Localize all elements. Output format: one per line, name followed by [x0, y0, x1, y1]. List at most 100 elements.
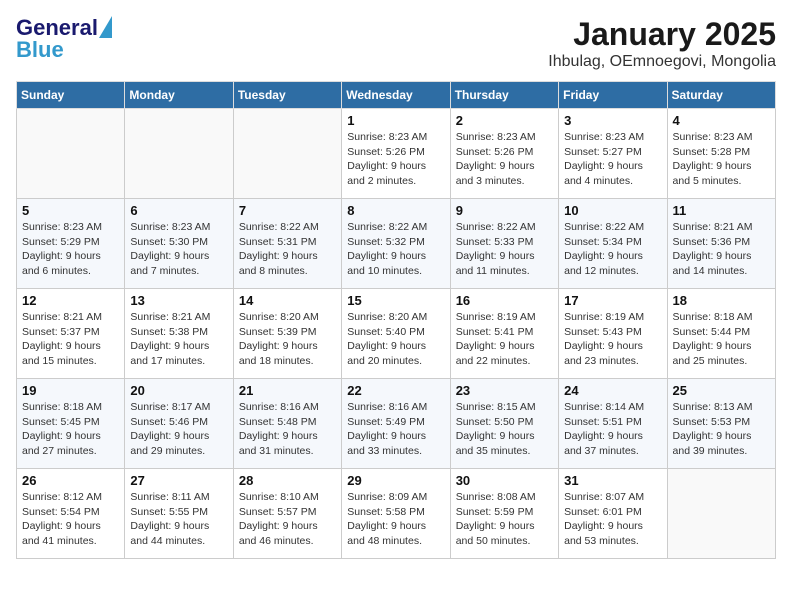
day-info: Sunrise: 8:11 AMSunset: 5:55 PMDaylight:…	[130, 490, 227, 549]
day-number: 19	[22, 383, 119, 398]
day-number: 27	[130, 473, 227, 488]
day-info: Sunrise: 8:21 AMSunset: 5:37 PMDaylight:…	[22, 310, 119, 369]
day-info: Sunrise: 8:14 AMSunset: 5:51 PMDaylight:…	[564, 400, 661, 459]
day-info: Sunrise: 8:15 AMSunset: 5:50 PMDaylight:…	[456, 400, 553, 459]
calendar-table: SundayMondayTuesdayWednesdayThursdayFrid…	[16, 81, 776, 559]
day-info: Sunrise: 8:23 AMSunset: 5:26 PMDaylight:…	[347, 130, 444, 189]
calendar-cell: 2 Sunrise: 8:23 AMSunset: 5:26 PMDaylight…	[450, 109, 558, 199]
calendar-cell	[17, 109, 125, 199]
day-info: Sunrise: 8:17 AMSunset: 5:46 PMDaylight:…	[130, 400, 227, 459]
day-of-week-header: Thursday	[450, 82, 558, 109]
day-number: 18	[673, 293, 770, 308]
day-info: Sunrise: 8:13 AMSunset: 5:53 PMDaylight:…	[673, 400, 770, 459]
day-number: 24	[564, 383, 661, 398]
day-number: 31	[564, 473, 661, 488]
calendar-cell: 10Sunrise: 8:22 AMSunset: 5:34 PMDayligh…	[559, 199, 667, 289]
calendar-cell: 27 Sunrise: 8:11 AMSunset: 5:55 PMDayligh…	[125, 469, 233, 559]
logo: General Blue	[16, 16, 98, 62]
day-info: Sunrise: 8:20 AMSunset: 5:39 PMDaylight:…	[239, 310, 336, 369]
day-number: 30	[456, 473, 553, 488]
day-info: Sunrise: 8:23 AMSunset: 5:27 PMDaylight:…	[564, 130, 661, 189]
day-info: Sunrise: 8:23 AMSunset: 5:29 PMDaylight:…	[22, 220, 119, 279]
calendar-week-row: 19 Sunrise: 8:18 AMSunset: 5:45 PMDayligh…	[17, 379, 776, 469]
calendar-week-row: 1 Sunrise: 8:23 AMSunset: 5:26 PMDaylight…	[17, 109, 776, 199]
calendar-cell: 6Sunrise: 8:23 AMSunset: 5:30 PMDaylight…	[125, 199, 233, 289]
day-number: 10	[564, 203, 661, 218]
day-number: 21	[239, 383, 336, 398]
location-subtitle: Ihbulag, OEmnoegovi, Mongolia	[548, 53, 776, 71]
calendar-cell	[667, 469, 775, 559]
day-info: Sunrise: 8:22 AMSunset: 5:31 PMDaylight:…	[239, 220, 336, 279]
day-number: 9	[456, 203, 553, 218]
calendar-cell: 17 Sunrise: 8:19 AMSunset: 5:43 PMDayligh…	[559, 289, 667, 379]
calendar-cell: 25 Sunrise: 8:13 AMSunset: 5:53 PMDayligh…	[667, 379, 775, 469]
day-info: Sunrise: 8:19 AMSunset: 5:41 PMDaylight:…	[456, 310, 553, 369]
logo-text-blue: Blue	[16, 38, 64, 62]
day-number: 25	[673, 383, 770, 398]
calendar-week-row: 5 Sunrise: 8:23 AMSunset: 5:29 PMDaylight…	[17, 199, 776, 289]
calendar-cell: 30 Sunrise: 8:08 AMSunset: 5:59 PMDayligh…	[450, 469, 558, 559]
day-number: 8	[347, 203, 444, 218]
month-year-title: January 2025	[548, 16, 776, 53]
calendar-cell: 24 Sunrise: 8:14 AMSunset: 5:51 PMDayligh…	[559, 379, 667, 469]
calendar-cell: 31Sunrise: 8:07 AMSunset: 6:01 PMDayligh…	[559, 469, 667, 559]
day-info: Sunrise: 8:19 AMSunset: 5:43 PMDaylight:…	[564, 310, 661, 369]
day-info: Sunrise: 8:22 AMSunset: 5:33 PMDaylight:…	[456, 220, 553, 279]
day-info: Sunrise: 8:16 AMSunset: 5:49 PMDaylight:…	[347, 400, 444, 459]
day-info: Sunrise: 8:23 AMSunset: 5:30 PMDaylight:…	[130, 220, 227, 279]
day-number: 23	[456, 383, 553, 398]
day-number: 17	[564, 293, 661, 308]
day-info: Sunrise: 8:16 AMSunset: 5:48 PMDaylight:…	[239, 400, 336, 459]
day-of-week-header: Friday	[559, 82, 667, 109]
day-info: Sunrise: 8:09 AMSunset: 5:58 PMDaylight:…	[347, 490, 444, 549]
day-number: 29	[347, 473, 444, 488]
calendar-cell: 16 Sunrise: 8:19 AMSunset: 5:41 PMDayligh…	[450, 289, 558, 379]
day-of-week-header: Tuesday	[233, 82, 341, 109]
calendar-cell: 21 Sunrise: 8:16 AMSunset: 5:48 PMDayligh…	[233, 379, 341, 469]
day-of-week-header: Sunday	[17, 82, 125, 109]
day-number: 28	[239, 473, 336, 488]
calendar-cell: 12Sunrise: 8:21 AMSunset: 5:37 PMDayligh…	[17, 289, 125, 379]
day-info: Sunrise: 8:21 AMSunset: 5:38 PMDaylight:…	[130, 310, 227, 369]
calendar-cell: 4 Sunrise: 8:23 AMSunset: 5:28 PMDaylight…	[667, 109, 775, 199]
day-info: Sunrise: 8:22 AMSunset: 5:32 PMDaylight:…	[347, 220, 444, 279]
day-number: 4	[673, 113, 770, 128]
calendar-cell: 7 Sunrise: 8:22 AMSunset: 5:31 PMDaylight…	[233, 199, 341, 289]
calendar-cell: 28 Sunrise: 8:10 AMSunset: 5:57 PMDayligh…	[233, 469, 341, 559]
day-info: Sunrise: 8:23 AMSunset: 5:28 PMDaylight:…	[673, 130, 770, 189]
day-number: 15	[347, 293, 444, 308]
day-number: 13	[130, 293, 227, 308]
day-of-week-header: Saturday	[667, 82, 775, 109]
day-number: 2	[456, 113, 553, 128]
calendar-cell: 3 Sunrise: 8:23 AMSunset: 5:27 PMDaylight…	[559, 109, 667, 199]
calendar-cell: 26 Sunrise: 8:12 AMSunset: 5:54 PMDayligh…	[17, 469, 125, 559]
day-info: Sunrise: 8:23 AMSunset: 5:26 PMDaylight:…	[456, 130, 553, 189]
calendar-cell: 18 Sunrise: 8:18 AMSunset: 5:44 PMDayligh…	[667, 289, 775, 379]
day-info: Sunrise: 8:18 AMSunset: 5:44 PMDaylight:…	[673, 310, 770, 369]
day-info: Sunrise: 8:08 AMSunset: 5:59 PMDaylight:…	[456, 490, 553, 549]
calendar-cell: 8 Sunrise: 8:22 AMSunset: 5:32 PMDaylight…	[342, 199, 450, 289]
day-info: Sunrise: 8:10 AMSunset: 5:57 PMDaylight:…	[239, 490, 336, 549]
day-info: Sunrise: 8:18 AMSunset: 5:45 PMDaylight:…	[22, 400, 119, 459]
logo-text-general: General	[16, 15, 98, 40]
title-block: January 2025 Ihbulag, OEmnoegovi, Mongol…	[548, 16, 776, 71]
day-number: 26	[22, 473, 119, 488]
calendar-cell: 14 Sunrise: 8:20 AMSunset: 5:39 PMDayligh…	[233, 289, 341, 379]
calendar-cell: 29 Sunrise: 8:09 AMSunset: 5:58 PMDayligh…	[342, 469, 450, 559]
calendar-week-row: 12Sunrise: 8:21 AMSunset: 5:37 PMDayligh…	[17, 289, 776, 379]
day-of-week-header: Wednesday	[342, 82, 450, 109]
day-number: 5	[22, 203, 119, 218]
day-number: 14	[239, 293, 336, 308]
calendar-cell	[233, 109, 341, 199]
day-number: 3	[564, 113, 661, 128]
day-number: 7	[239, 203, 336, 218]
day-number: 11	[673, 203, 770, 218]
calendar-cell: 23 Sunrise: 8:15 AMSunset: 5:50 PMDayligh…	[450, 379, 558, 469]
day-number: 1	[347, 113, 444, 128]
calendar-cell: 20Sunrise: 8:17 AMSunset: 5:46 PMDayligh…	[125, 379, 233, 469]
day-info: Sunrise: 8:21 AMSunset: 5:36 PMDaylight:…	[673, 220, 770, 279]
day-number: 16	[456, 293, 553, 308]
calendar-body: 1 Sunrise: 8:23 AMSunset: 5:26 PMDaylight…	[17, 109, 776, 559]
day-info: Sunrise: 8:12 AMSunset: 5:54 PMDaylight:…	[22, 490, 119, 549]
calendar-cell: 1 Sunrise: 8:23 AMSunset: 5:26 PMDaylight…	[342, 109, 450, 199]
